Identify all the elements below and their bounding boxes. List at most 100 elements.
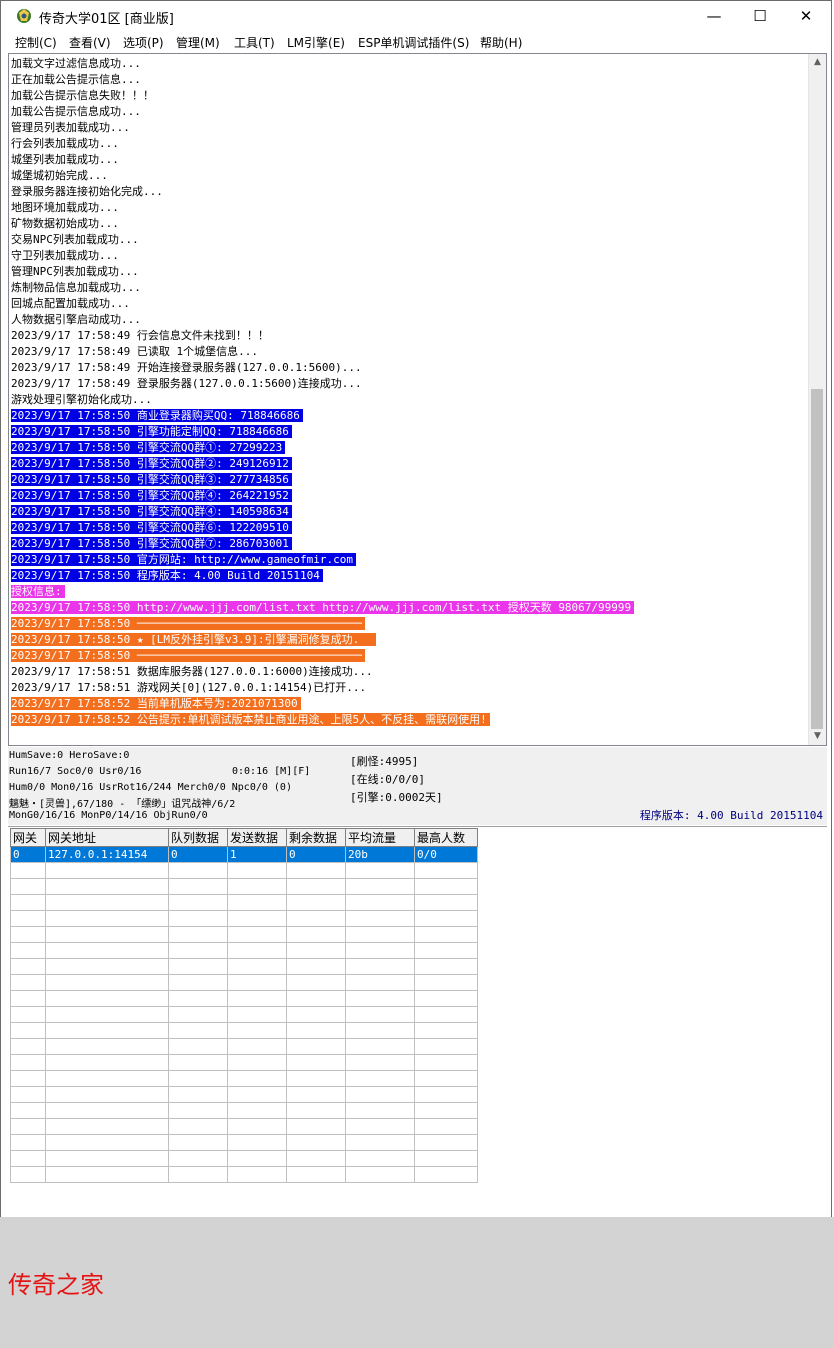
table-cell xyxy=(286,910,346,927)
table-row-empty[interactable] xyxy=(10,1118,478,1135)
table-cell xyxy=(10,1006,46,1023)
table-cell xyxy=(168,942,228,959)
table-cell xyxy=(168,1150,228,1167)
column-header[interactable]: 发送数据 xyxy=(227,828,287,847)
minimize-button[interactable]: — xyxy=(691,1,737,31)
table-row-empty[interactable] xyxy=(10,958,478,975)
log-line: 2023/9/17 17:58:51 数据库服务器(127.0.0.1:6000… xyxy=(11,664,806,680)
table-row-empty[interactable] xyxy=(10,1070,478,1087)
table-cell xyxy=(168,990,228,1007)
scroll-thumb[interactable] xyxy=(811,389,823,729)
log-line: 正在加载公告提示信息... xyxy=(11,72,806,88)
column-header[interactable]: 剩余数据 xyxy=(286,828,346,847)
table-cell xyxy=(10,1166,46,1183)
status-refresh: [刷怪:4995] xyxy=(350,755,419,768)
scroll-up-icon[interactable]: ▲ xyxy=(809,54,826,71)
menu-help[interactable]: 帮助(H) xyxy=(480,34,522,51)
table-cell xyxy=(168,878,228,895)
table-cell xyxy=(345,942,415,959)
table-row-empty[interactable] xyxy=(10,1038,478,1055)
table-cell xyxy=(286,926,346,943)
log-line: 守卫列表加载成功... xyxy=(11,248,806,264)
table-cell xyxy=(345,1150,415,1167)
log-line: 2023/9/17 17:58:49 开始连接登录服务器(127.0.0.1:5… xyxy=(11,360,806,376)
table-cell xyxy=(227,1150,287,1167)
menu-options[interactable]: 选项(P) xyxy=(123,34,164,51)
table-cell xyxy=(45,1038,169,1055)
menu-view[interactable]: 查看(V) xyxy=(69,34,111,51)
log-scrollbar[interactable]: ▲ ▼ xyxy=(808,54,826,745)
scroll-down-icon[interactable]: ▼ xyxy=(809,728,826,745)
menu-manage[interactable]: 管理(M) xyxy=(176,34,220,51)
table-cell xyxy=(168,1054,228,1071)
close-button[interactable]: ✕ xyxy=(783,1,829,31)
table-cell xyxy=(168,926,228,943)
table-row[interactable]: 0 127.0.0.1:14154 0 1 0 20b 0/0 xyxy=(10,846,478,863)
table-cell xyxy=(345,958,415,975)
table-row-empty[interactable] xyxy=(10,910,478,927)
gateway-table[interactable]: 网关 网关地址 队列数据 发送数据 剩余数据 平均流量 最高人数 0 127.0.0.1:141… xyxy=(10,828,478,1183)
maximize-button[interactable]: ☐ xyxy=(737,1,783,31)
table-cell xyxy=(227,958,287,975)
column-header[interactable]: 网关地址 xyxy=(45,828,169,847)
table-cell xyxy=(45,1150,169,1167)
column-header[interactable]: 平均流量 xyxy=(345,828,415,847)
table-cell xyxy=(414,894,478,911)
log-line-text: 2023/9/17 17:58:49 已读取 1个城堡信息... xyxy=(11,345,258,358)
table-row-empty[interactable] xyxy=(10,1150,478,1167)
table-row-empty[interactable] xyxy=(10,1054,478,1071)
column-header[interactable]: 最高人数 xyxy=(414,828,478,847)
table-cell xyxy=(345,926,415,943)
menu-tools[interactable]: 工具(T) xyxy=(234,34,275,51)
column-header[interactable]: 网关 xyxy=(10,828,46,847)
log-line: 2023/9/17 17:58:50 引擎交流QQ群③: 277734856 xyxy=(11,472,806,488)
table-row-empty[interactable] xyxy=(10,1134,478,1151)
table-cell xyxy=(168,1022,228,1039)
menu-control[interactable]: 控制(C) xyxy=(15,34,57,51)
table-row-empty[interactable] xyxy=(10,974,478,991)
log-line: 地图环境加载成功... xyxy=(11,200,806,216)
table-cell xyxy=(345,974,415,991)
table-cell xyxy=(45,862,169,879)
log-line-text: 2023/9/17 17:58:51 游戏网关[0](127.0.0.1:141… xyxy=(11,681,367,694)
table-row-empty[interactable] xyxy=(10,926,478,943)
table-row-empty[interactable] xyxy=(10,1022,478,1039)
menu-lm-engine[interactable]: LM引擎(E) xyxy=(287,34,345,51)
log-line-text: 2023/9/17 17:58:50 引擎交流QQ群②: 249126912 xyxy=(11,457,292,470)
table-cell xyxy=(168,910,228,927)
table-row-empty[interactable] xyxy=(10,894,478,911)
table-row-empty[interactable] xyxy=(10,1166,478,1183)
window-title: 传奇大学01区 [商业版] xyxy=(39,12,174,27)
table-cell xyxy=(10,942,46,959)
bottom-gray-area xyxy=(0,1217,834,1348)
table-cell: 0 xyxy=(286,846,346,863)
log-line-text: 2023/9/17 17:58:50 ─────────────────────… xyxy=(11,649,365,662)
log-line: 2023/9/17 17:58:50 引擎交流QQ群①: 27299223 xyxy=(11,440,806,456)
table-cell xyxy=(345,1054,415,1071)
table-row-empty[interactable] xyxy=(10,1006,478,1023)
log-line-text: 2023/9/17 17:58:50 引擎交流QQ群⑦: 286703001 xyxy=(11,537,292,550)
menu-esp-plugin[interactable]: ESP单机调试插件(S) xyxy=(358,34,469,51)
log-line-text: 矿物数据初始成功... xyxy=(11,217,119,230)
log-line: 2023/9/17 17:58:50 引擎交流QQ群⑦: 286703001 xyxy=(11,536,806,552)
table-row-empty[interactable] xyxy=(10,1102,478,1119)
table-row-empty[interactable] xyxy=(10,862,478,879)
status-save: HumSave:0 HeroSave:0 xyxy=(9,750,130,761)
table-cell xyxy=(345,1166,415,1183)
table-row-empty[interactable] xyxy=(10,878,478,895)
table-cell xyxy=(227,1054,287,1071)
table-cell xyxy=(168,958,228,975)
log-list: 加载文字过滤信息成功... 正在加载公告提示信息... 加载公告提示信息失败！！！ 加… xyxy=(11,56,806,728)
log-line: 2023/9/17 17:58:50 引擎交流QQ群④: 140598634 xyxy=(11,504,806,520)
log-panel[interactable]: 加载文字过滤信息成功... 正在加载公告提示信息... 加载公告提示信息失败！！！ 加… xyxy=(8,53,827,746)
table-row-empty[interactable] xyxy=(10,990,478,1007)
column-header[interactable]: 队列数据 xyxy=(168,828,228,847)
table-cell xyxy=(227,910,287,927)
table-cell xyxy=(345,1118,415,1135)
table-row-empty[interactable] xyxy=(10,942,478,959)
table-cell xyxy=(45,878,169,895)
table-cell xyxy=(414,1022,478,1039)
title-bar[interactable]: 传奇大学01区 [商业版] — ☐ ✕ xyxy=(1,1,831,31)
table-row-empty[interactable] xyxy=(10,1086,478,1103)
table-cell xyxy=(286,974,346,991)
